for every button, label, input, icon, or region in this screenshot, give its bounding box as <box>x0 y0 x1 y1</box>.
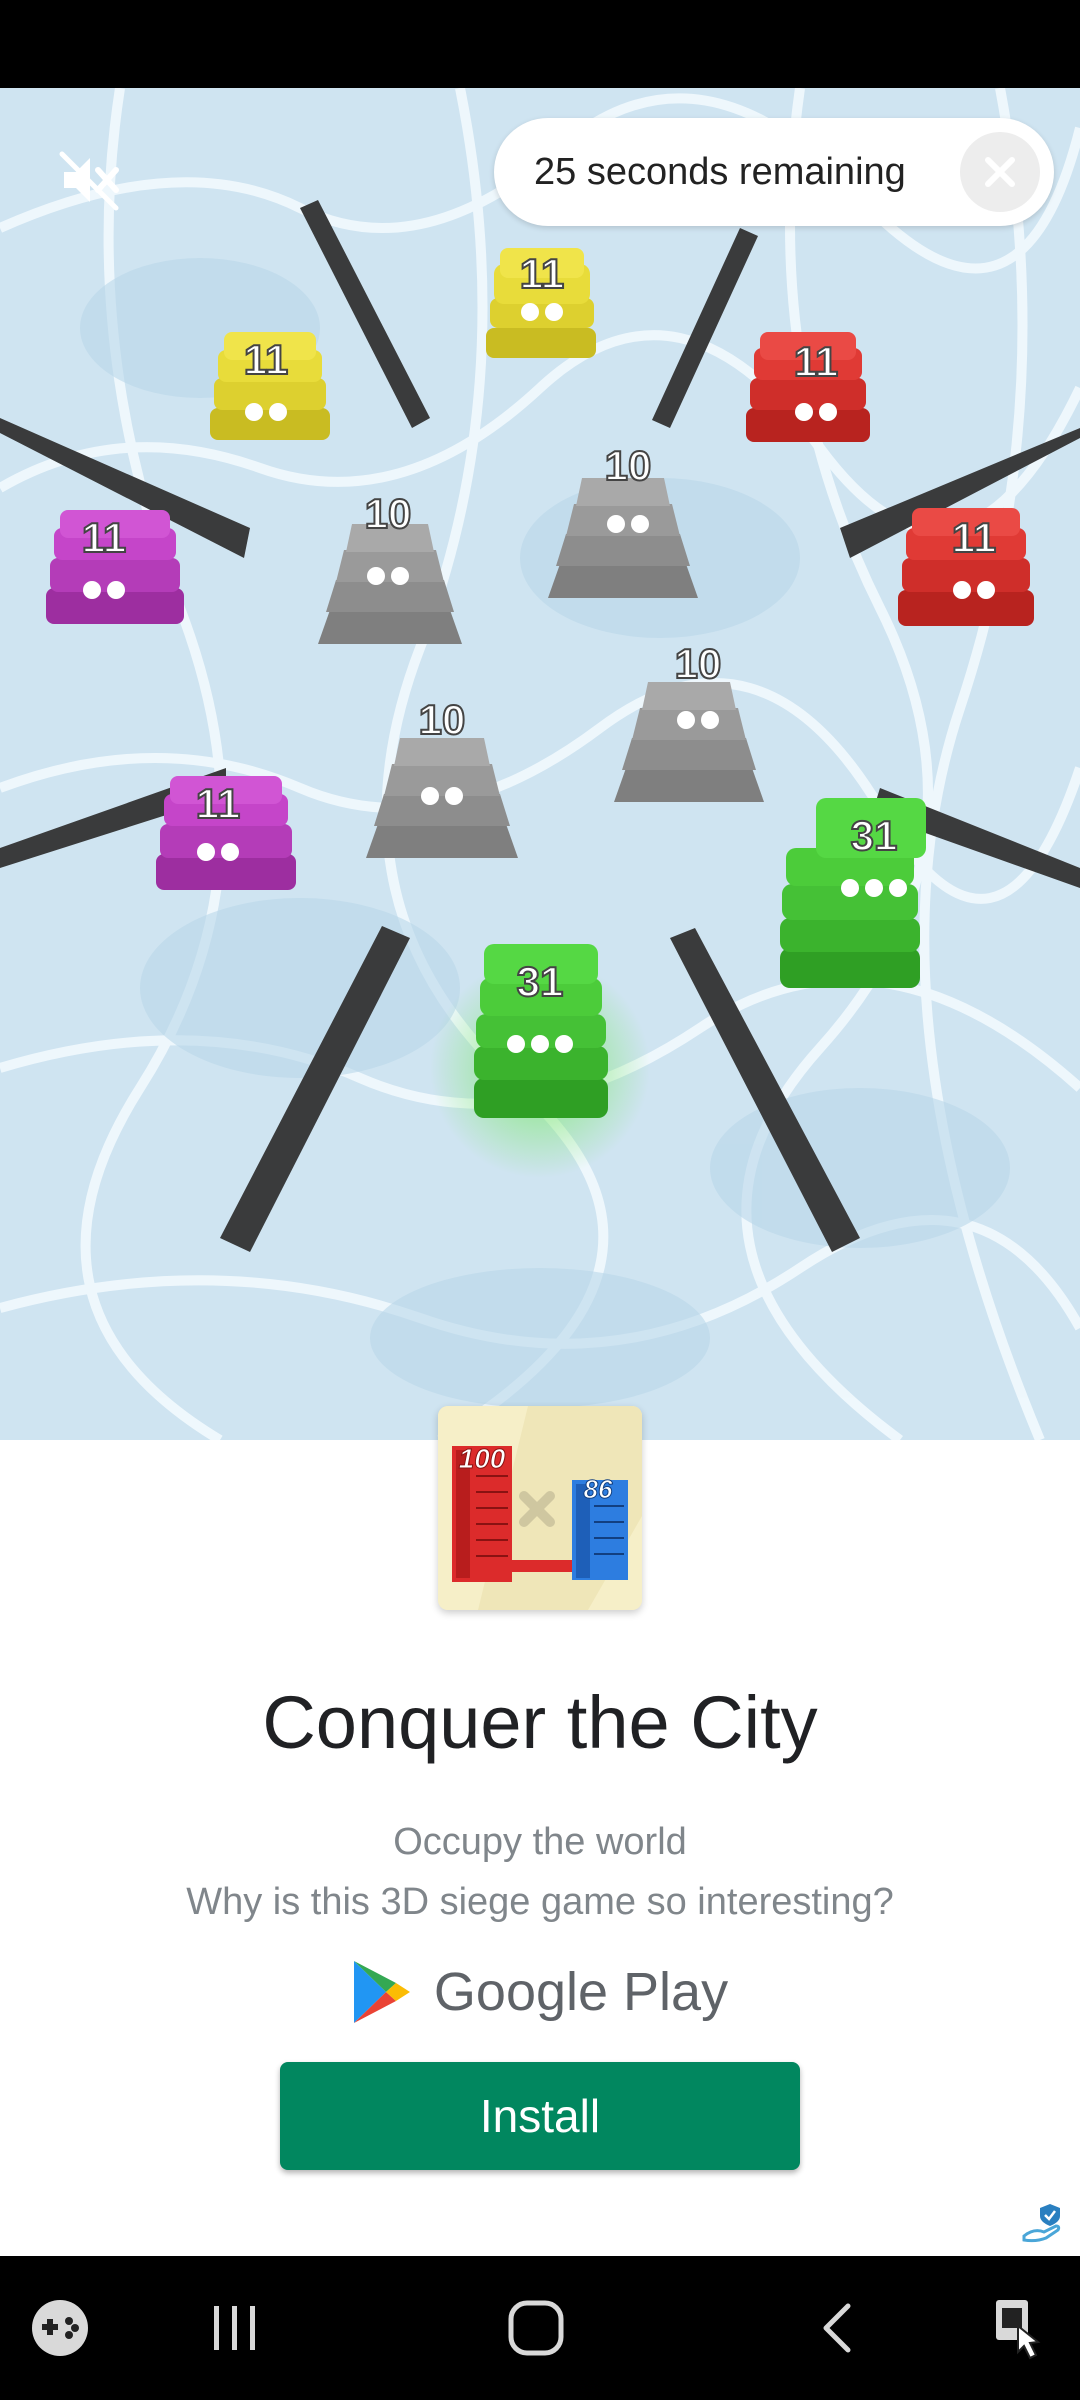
description-line: Occupy the world <box>393 1821 687 1863</box>
status-bar <box>0 0 1080 88</box>
volume-off-icon <box>59 151 119 211</box>
recent-apps-button[interactable] <box>198 2292 270 2364</box>
tower-label: 11 <box>794 338 838 385</box>
app-icon-number-blue: 86 <box>584 1474 613 1504</box>
tower-label: 10 <box>675 640 722 687</box>
install-button[interactable]: Install <box>280 2062 800 2170</box>
game-scene: 11 11 11 11 11 11 10 10 10 10 31 31 <box>0 88 1080 1440</box>
home-icon <box>508 2300 564 2356</box>
tower-label: 31 <box>851 812 898 859</box>
accessibility-icon <box>996 2300 1041 2360</box>
app-icon-image: 100 86 <box>438 1406 642 1610</box>
app-icon-number-red: 100 <box>459 1443 506 1474</box>
app-info-panel: 100 86 Conquer the City Occupy the world… <box>0 1406 1080 2256</box>
tower-label: 10 <box>419 696 466 743</box>
game-launcher-button[interactable] <box>24 2292 96 2364</box>
app-title: Conquer the City <box>262 1681 818 1764</box>
tower-label: 11 <box>952 514 996 561</box>
ad-video[interactable]: 11 11 11 11 11 11 10 10 10 10 31 31 25 s… <box>0 88 1080 1440</box>
mute-button[interactable] <box>54 144 126 216</box>
recent-apps-icon <box>214 2306 255 2350</box>
description-line: Why is this 3D siege game so interesting… <box>186 1881 894 1923</box>
countdown-pill: 25 seconds remaining <box>494 118 1054 226</box>
google-play-icon <box>353 1961 410 2023</box>
store-name: Google Play <box>433 1962 729 2022</box>
navigation-bar <box>0 2256 1080 2400</box>
tower-label: 10 <box>365 490 412 537</box>
back-icon <box>823 2303 851 2353</box>
game-launcher-icon <box>32 2300 88 2356</box>
close-icon <box>985 157 1015 187</box>
tower-label: 31 <box>517 958 564 1005</box>
back-button[interactable] <box>802 2292 874 2364</box>
home-button[interactable] <box>500 2292 572 2364</box>
tower-label: 11 <box>196 780 240 827</box>
tower-label: 11 <box>82 514 126 561</box>
countdown-text: 25 seconds remaining <box>534 150 906 193</box>
tower-label: 10 <box>605 442 652 489</box>
app-description: Occupy the world Why is this 3D siege ga… <box>0 1812 1080 1932</box>
close-ad-button[interactable] <box>960 132 1040 212</box>
tower-label: 11 <box>244 336 288 383</box>
store-badge: Google Play <box>0 1952 1080 2032</box>
app-icon[interactable]: 100 86 <box>438 1406 642 1610</box>
accessibility-button[interactable] <box>980 2292 1052 2364</box>
ad-choices-icon[interactable] <box>1020 2200 1066 2246</box>
tower-label: 11 <box>520 250 564 297</box>
